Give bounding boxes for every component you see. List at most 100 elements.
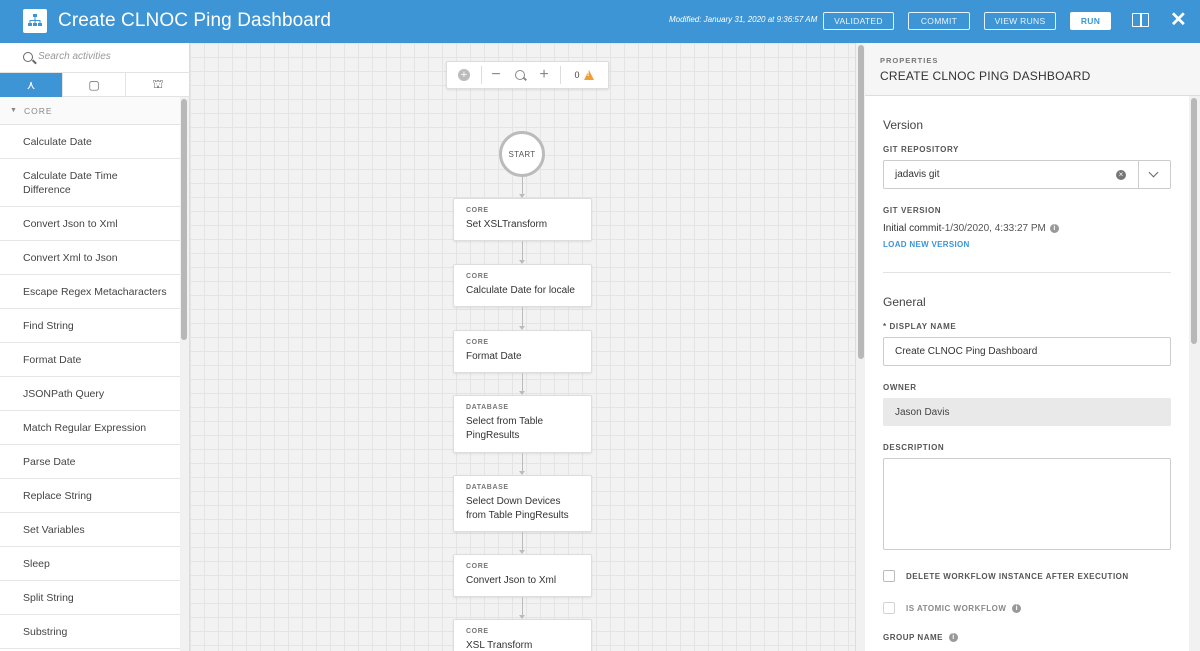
connector-arrow: [519, 532, 525, 554]
list-item[interactable]: Calculate Date: [0, 125, 180, 159]
connector-arrow: [519, 177, 525, 198]
list-item[interactable]: Calculate Date Time Difference: [0, 159, 180, 207]
list-item[interactable]: JSONPath Query: [0, 377, 180, 411]
node-name: Select Down Devices from Table PingResul…: [466, 496, 569, 521]
workflow-node[interactable]: DATABASE Select Down Devices from Table …: [453, 475, 592, 532]
square-icon: ▢: [88, 78, 100, 92]
list-item[interactable]: Convert Json to Xml: [0, 207, 180, 241]
git-repository-value: jadavis git: [895, 169, 940, 180]
display-name-label: * DISPLAY NAME: [883, 322, 957, 331]
workflow-logo-icon: [23, 9, 47, 33]
properties-scroll-thumb[interactable]: [1191, 98, 1197, 344]
node-name: XSL Transform: [466, 640, 533, 651]
canvas-scrollbar[interactable]: [855, 43, 865, 651]
zoom-fit-button[interactable]: [509, 62, 531, 88]
toggle-panel-icon[interactable]: [1132, 13, 1149, 27]
delete-instance-checkbox[interactable]: [883, 570, 895, 582]
list-item[interactable]: Convert Xml to Json: [0, 241, 180, 275]
list-item[interactable]: Set Variables: [0, 513, 180, 547]
list-item[interactable]: Find String: [0, 309, 180, 343]
node-category: CORE: [466, 628, 489, 635]
activity-list: ▼ CORE Calculate Date Calculate Date Tim…: [0, 97, 180, 651]
connector-arrow: [519, 597, 525, 619]
palette-scroll-thumb[interactable]: [181, 99, 187, 340]
properties-kicker: PROPERTIES: [880, 56, 939, 65]
workflow-node[interactable]: CORE Calculate Date for locale: [453, 264, 592, 307]
tab-square[interactable]: ▢: [63, 73, 126, 97]
list-item[interactable]: Parse Date: [0, 445, 180, 479]
atomic-workflow-checkbox[interactable]: [883, 602, 895, 614]
commit-button[interactable]: COMMIT: [908, 12, 970, 30]
workflow-node[interactable]: CORE Format Date: [453, 330, 592, 373]
properties-scrollbar[interactable]: [1189, 96, 1200, 651]
palette-tabs: ⋏ ▢ ⛫: [0, 73, 190, 97]
close-icon[interactable]: ✕: [1170, 8, 1187, 32]
properties-title: CREATE CLNOC PING DASHBOARD: [880, 69, 1091, 83]
atomic-workflow-label: IS ATOMIC WORKFLOW: [906, 603, 1007, 613]
list-item[interactable]: Format Date: [0, 343, 180, 377]
list-item[interactable]: Replace String: [0, 479, 180, 513]
load-new-version-link[interactable]: LOAD NEW VERSION: [883, 240, 970, 249]
section-core-label: CORE: [23, 105, 53, 116]
properties-header: PROPERTIES CREATE CLNOC PING DASHBOARD: [865, 43, 1200, 96]
workflow-canvas[interactable]: + − + 0 START CORE Set XSLTransform CORE…: [190, 43, 855, 651]
view-runs-button[interactable]: VIEW RUNS: [984, 12, 1056, 30]
list-item[interactable]: Escape Regex Metacharacters: [0, 275, 180, 309]
warning-count: 0: [574, 70, 580, 80]
delete-instance-row: DELETE WORKFLOW INSTANCE AFTER EXECUTION: [883, 570, 1129, 582]
list-item[interactable]: Split String: [0, 581, 180, 615]
chevron-down-icon[interactable]: [1148, 167, 1159, 178]
activity-search: [0, 43, 190, 73]
info-icon[interactable]: i: [1012, 603, 1022, 613]
warning-icon: [583, 70, 594, 80]
node-name: Set XSLTransform: [466, 219, 548, 230]
section-core[interactable]: ▼ CORE: [0, 97, 180, 125]
connector-arrow: [519, 241, 525, 264]
workflow-node[interactable]: CORE XSL Transform: [453, 619, 592, 651]
clear-icon[interactable]: ×: [1116, 170, 1126, 180]
git-repository-select[interactable]: jadavis git ×: [883, 160, 1171, 189]
node-category: CORE: [466, 339, 489, 346]
add-node-button[interactable]: +: [447, 62, 481, 88]
search-input[interactable]: [38, 51, 178, 62]
modified-timestamp: Modified: January 31, 2020 at 9:36:57 AM: [669, 15, 818, 24]
zoom-out-button[interactable]: −: [485, 62, 507, 88]
start-node[interactable]: START: [499, 131, 545, 177]
toolbar-divider: [481, 66, 482, 84]
section-divider: [883, 272, 1171, 273]
description-field[interactable]: [883, 458, 1171, 550]
tab-activity[interactable]: ⋏: [0, 73, 63, 97]
list-item[interactable]: Substring: [0, 615, 180, 649]
workflow-node[interactable]: CORE Set XSLTransform: [453, 198, 592, 241]
search-icon: [23, 52, 33, 62]
node-category: DATABASE: [466, 404, 509, 411]
canvas-scroll-thumb[interactable]: [858, 45, 864, 359]
zoom-in-button[interactable]: +: [533, 62, 555, 88]
node-category: CORE: [466, 273, 489, 280]
owner-label: OWNER: [883, 383, 917, 392]
select-divider: [1138, 161, 1139, 188]
node-category: CORE: [466, 207, 489, 214]
info-icon[interactable]: i: [1049, 224, 1059, 233]
info-icon[interactable]: i: [948, 633, 958, 642]
validated-button[interactable]: VALIDATED: [823, 12, 894, 30]
connector-arrow: [519, 307, 525, 330]
node-name: Select from Table PingResults: [466, 416, 544, 441]
node-name: Convert Json to Xml: [466, 575, 557, 586]
node-name: Calculate Date for locale: [466, 285, 575, 296]
run-button[interactable]: RUN: [1070, 12, 1111, 30]
version-heading: Version: [883, 118, 924, 132]
palette-scrollbar[interactable]: [180, 97, 189, 651]
workflow-node[interactable]: DATABASE Select from Table PingResults: [453, 395, 592, 453]
git-version-value: Initial commit -1/30/2020, 4:33:27 PM i: [883, 223, 1059, 234]
git-commit-message: Initial commit: [883, 223, 942, 234]
general-heading: General: [883, 295, 926, 309]
display-name-value: Create CLNOC Ping Dashboard: [895, 346, 1038, 357]
workflow-node[interactable]: CORE Convert Json to Xml: [453, 554, 592, 597]
tab-hierarchy[interactable]: ⛫: [126, 73, 190, 97]
list-item[interactable]: Match Regular Expression: [0, 411, 180, 445]
git-version-label: GIT VERSION: [883, 206, 942, 215]
list-item[interactable]: Sleep: [0, 547, 180, 581]
warnings-button[interactable]: 0: [565, 62, 603, 88]
display-name-field[interactable]: Create CLNOC Ping Dashboard: [883, 337, 1171, 366]
